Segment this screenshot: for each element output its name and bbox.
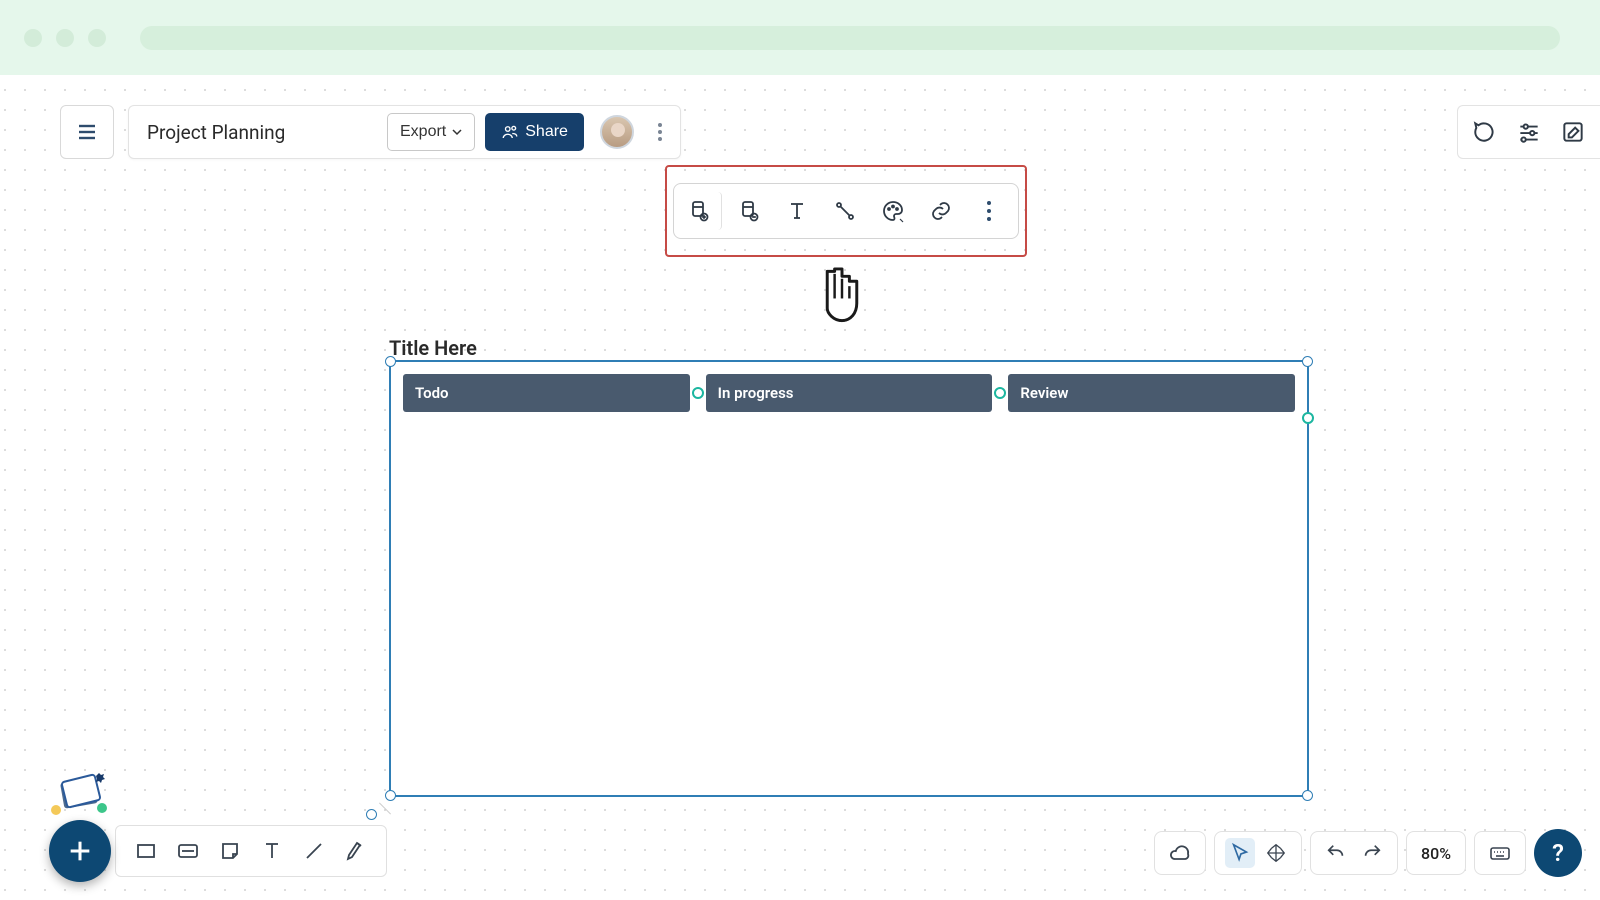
comment-icon[interactable] [1472, 119, 1498, 145]
context-toolbar [673, 183, 1019, 239]
selection-handle[interactable] [385, 356, 396, 367]
menu-button[interactable] [60, 105, 114, 159]
export-button[interactable]: Export [387, 113, 475, 151]
redo-button[interactable] [1357, 838, 1387, 868]
rotation-handle[interactable] [366, 809, 377, 820]
board-title[interactable]: Title Here [389, 336, 477, 360]
keyboard-shortcuts[interactable] [1474, 831, 1526, 875]
sync-status [1154, 831, 1206, 875]
rectangle-tool[interactable] [130, 835, 162, 867]
selection-handle[interactable] [1302, 790, 1313, 801]
text-tool[interactable] [256, 835, 288, 867]
style-button[interactable] [874, 192, 912, 230]
kanban-column-header[interactable]: Review [1008, 374, 1295, 412]
help-button[interactable]: ? [1534, 829, 1582, 877]
rectangle-icon [134, 839, 158, 863]
document-title[interactable]: Project Planning [147, 121, 377, 144]
zoom-level[interactable]: 80% [1406, 831, 1466, 875]
chevron-down-icon [452, 127, 462, 137]
card-icon [175, 839, 201, 863]
select-mode[interactable] [1225, 838, 1255, 868]
highlighter-tool[interactable] [340, 835, 372, 867]
browser-chrome [0, 0, 1600, 75]
selection-handle[interactable] [385, 790, 396, 801]
share-label: Share [525, 123, 568, 141]
line-icon [302, 839, 326, 863]
kanban-columns: Todo In progress Review [391, 362, 1307, 424]
remove-column-button[interactable] [730, 192, 768, 230]
connector-port[interactable] [1302, 412, 1314, 424]
people-icon [501, 123, 519, 141]
keyboard-icon [1485, 838, 1515, 868]
more-menu-button[interactable] [650, 123, 670, 141]
shape-toolbar [115, 825, 387, 877]
sticky-note-tool[interactable] [214, 835, 246, 867]
connector-port[interactable] [692, 387, 704, 399]
line-tool[interactable] [298, 835, 330, 867]
address-bar[interactable] [140, 26, 1560, 50]
share-button[interactable]: Share [485, 113, 584, 151]
traffic-light-dot [56, 29, 74, 47]
column-label: Todo [415, 384, 449, 402]
traffic-light-dot [24, 29, 42, 47]
traffic-light-dot [88, 29, 106, 47]
link-button[interactable] [922, 192, 960, 230]
undo-button[interactable] [1321, 838, 1351, 868]
column-label: Review [1020, 384, 1068, 402]
card-tool[interactable] [172, 835, 204, 867]
column-label: In progress [718, 384, 794, 402]
text-tool-icon [260, 839, 284, 863]
sticky-note-icon [218, 839, 242, 863]
kanban-column-header[interactable]: In progress [706, 374, 993, 412]
edit-icon[interactable] [1560, 119, 1586, 145]
kanban-board[interactable]: Todo In progress Review [389, 360, 1309, 797]
add-column-button[interactable] [684, 192, 722, 230]
kanban-column-header[interactable]: Todo [403, 374, 690, 412]
pointer-cursor-icon [817, 264, 867, 328]
cloud-icon[interactable] [1165, 838, 1195, 868]
context-toolbar-highlight [665, 165, 1027, 257]
highlighter-icon [344, 839, 368, 863]
cursor-mode-toolbar [1214, 831, 1302, 875]
export-label: Export [400, 123, 446, 141]
connector-button[interactable] [826, 192, 864, 230]
plus-icon [66, 837, 94, 865]
connector-port[interactable] [994, 387, 1006, 399]
filter-icon[interactable] [1516, 119, 1542, 145]
history-toolbar [1310, 831, 1398, 875]
text-button[interactable] [778, 192, 816, 230]
pan-mode[interactable] [1261, 838, 1291, 868]
selection-handle[interactable] [1302, 356, 1313, 367]
more-options-button[interactable] [970, 192, 1008, 230]
title-bar: Project Planning Export Share [128, 105, 681, 159]
zoom-value: 80% [1421, 844, 1451, 863]
add-button[interactable] [49, 820, 111, 882]
template-stack-icon [48, 770, 110, 818]
hamburger-icon [75, 120, 99, 144]
avatar[interactable] [600, 115, 634, 149]
top-right-toolbar [1457, 105, 1600, 159]
